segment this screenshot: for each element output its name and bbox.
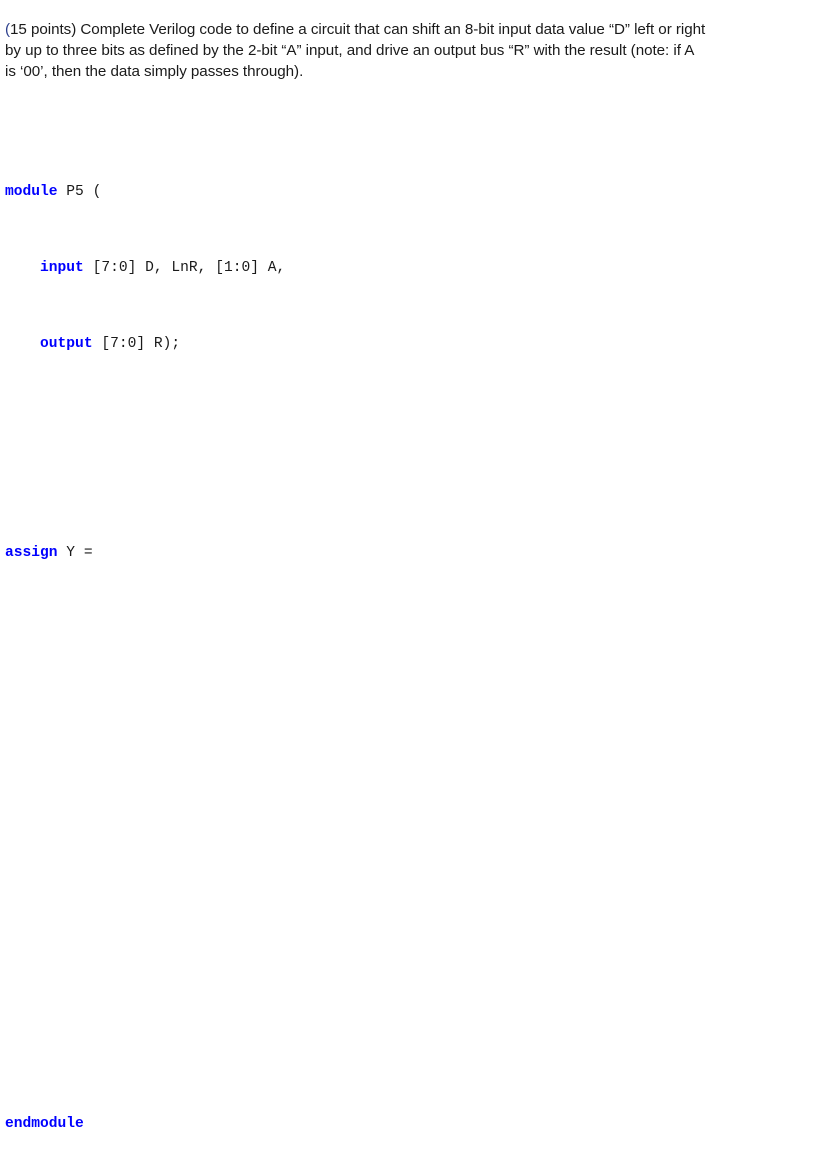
code-blank-line-1: [5, 411, 825, 430]
keyword-assign: assign: [5, 545, 58, 561]
question-prompt: (15 points) Complete Verilog code to def…: [5, 19, 821, 83]
question-line-3: is ‘00’, then the data simply passes thr…: [5, 63, 304, 81]
code-line-input: input [7:0] D, LnR, [1:0] A,: [5, 259, 825, 278]
code-input-ports: [7:0] D, LnR, [1:0] A,: [83, 260, 286, 276]
code-module-args: P5 (: [57, 184, 102, 200]
keyword-endmodule: endmodule: [5, 1116, 84, 1132]
code-line-module: module P5 (: [5, 183, 825, 202]
answer-blank-space[interactable]: [5, 620, 825, 1058]
code-line-endmodule: endmodule: [5, 1115, 825, 1134]
verilog-code-block: module P5 ( input [7:0] D, LnR, [1:0] A,…: [5, 126, 825, 1172]
code-line-output: output [7:0] R);: [5, 335, 825, 354]
question-line-1-text: 15 points) Complete Verilog code to defi…: [10, 21, 706, 38]
question-line-1: (15 points) Complete Verilog code to def…: [5, 19, 821, 40]
keyword-module: module: [5, 184, 58, 200]
code-output-ports: [7:0] R);: [92, 336, 181, 352]
code-line-assign: assign Y =: [5, 544, 825, 563]
keyword-input: input: [5, 260, 84, 276]
code-blank-line-2: [5, 468, 825, 487]
code-assign-expression: Y =: [57, 545, 93, 561]
question-line-2: by up to three bits as defined by the 2-…: [5, 42, 695, 60]
keyword-output: output: [5, 336, 93, 352]
